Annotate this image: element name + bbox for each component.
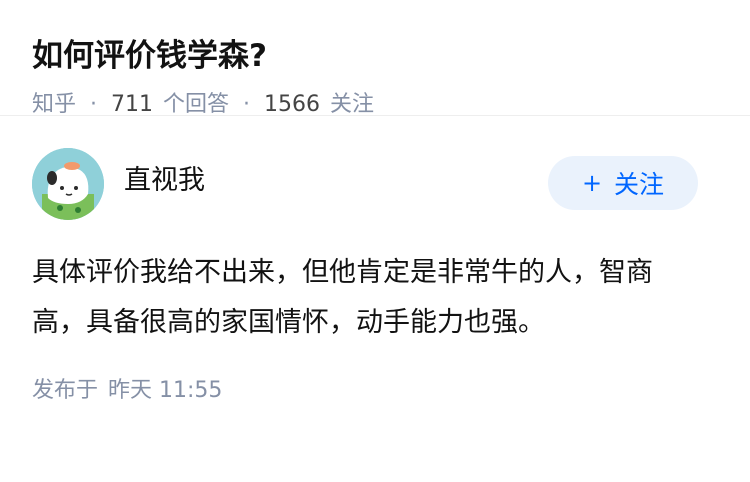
author-row: 直视我 + 关注 — [32, 148, 718, 220]
avatar-image-icon — [32, 148, 104, 220]
meta-separator: · — [90, 92, 98, 117]
question-title[interactable]: 如何评价钱学森? — [32, 36, 718, 76]
published-label: 发布于 — [32, 378, 99, 403]
answer-card: 直视我 + 关注 具体评价我给不出来，但他肯定是非常牛的人，智商高，具备很高的家… — [0, 148, 750, 406]
published-time[interactable]: 昨天 11:55 — [108, 378, 222, 403]
answer-time: 发布于 昨天 11:55 — [32, 376, 718, 406]
follow-button[interactable]: + 关注 — [548, 156, 698, 210]
avatar[interactable] — [32, 148, 104, 220]
answer-content[interactable]: 具体评价我给不出来，但他肯定是非常牛的人，智商高，具备很高的家国情怀，动手能力也… — [32, 248, 702, 348]
question-meta: 知乎 · 711 个回答 · 1566 关注 — [32, 90, 718, 120]
plus-icon: + — [581, 169, 603, 197]
author-name[interactable]: 直视我 — [124, 158, 205, 197]
source-label[interactable]: 知乎 — [32, 90, 76, 120]
followers-count: 1566 — [264, 92, 321, 117]
answers-count: 711 — [111, 92, 154, 117]
followers-label[interactable]: 关注 — [330, 90, 374, 120]
question-header: 如何评价钱学森? 知乎 · 711 个回答 · 1566 关注 — [0, 0, 750, 117]
follow-button-label: 关注 — [614, 170, 665, 199]
meta-separator: · — [243, 92, 251, 117]
answers-label[interactable]: 个回答 — [163, 90, 229, 120]
